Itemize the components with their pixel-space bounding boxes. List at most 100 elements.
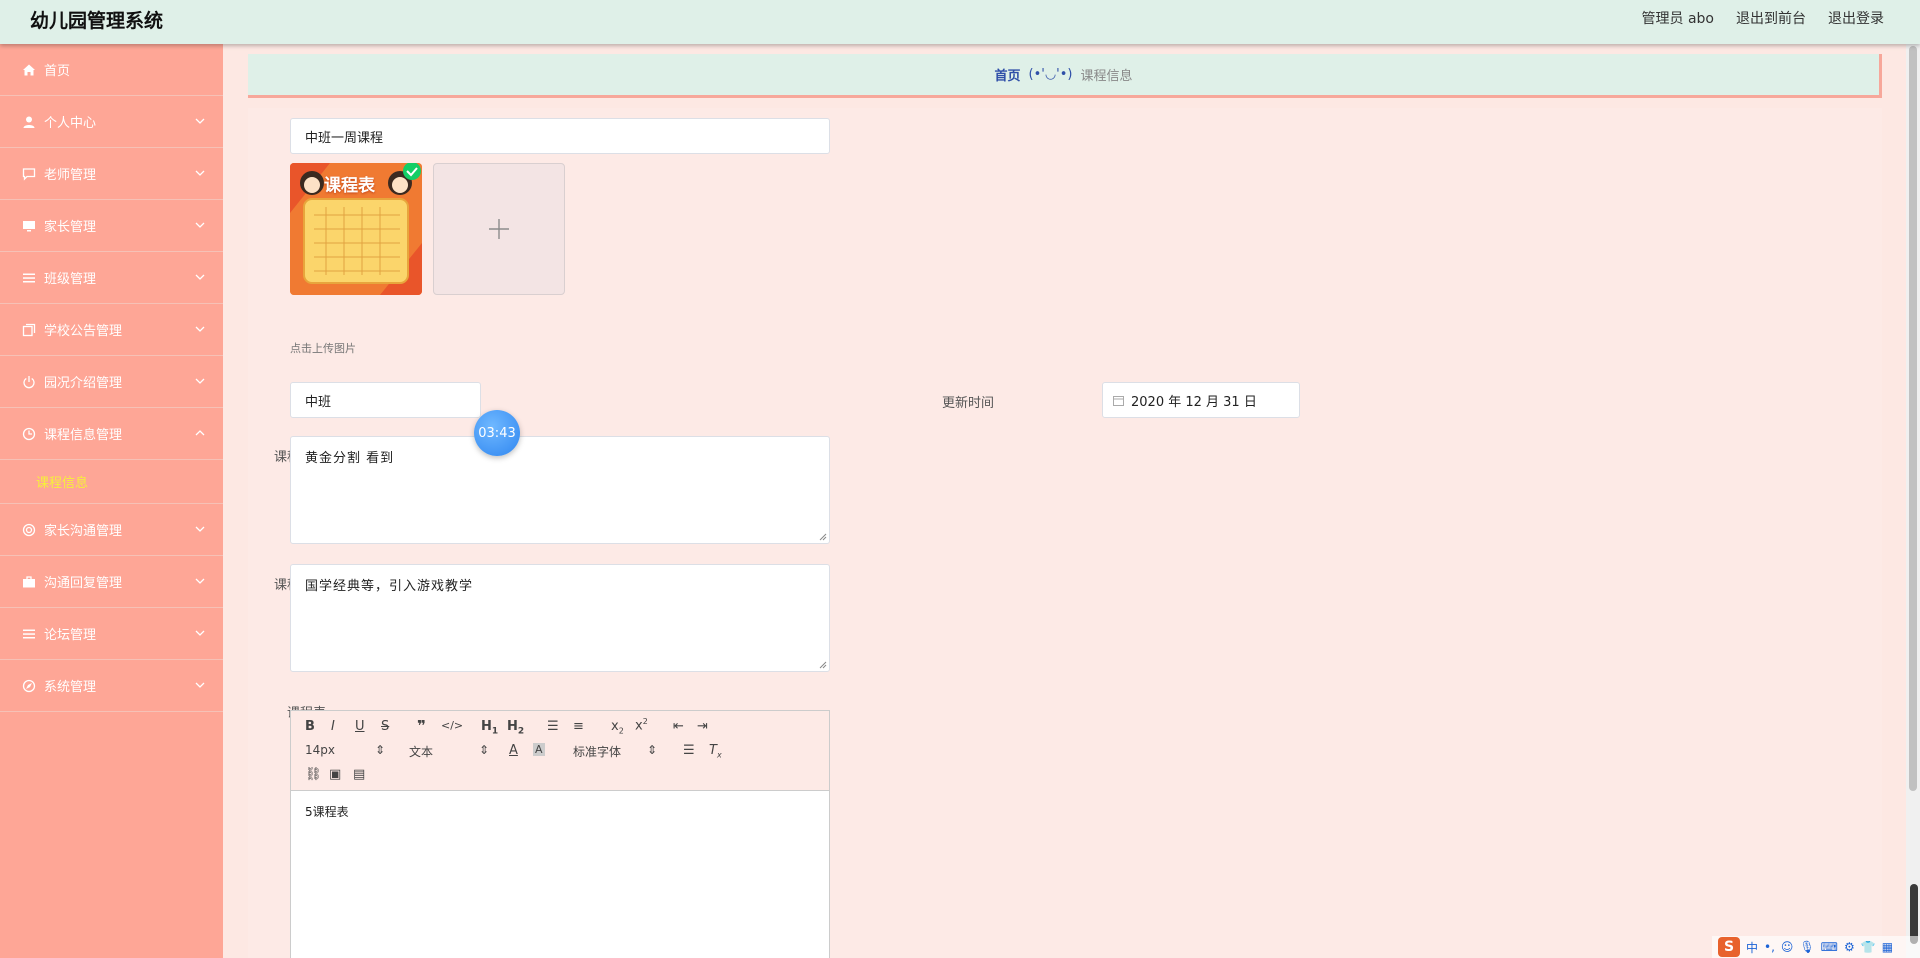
chat-icon [22,167,36,181]
image-insert-icon[interactable]: ▣ [329,767,341,782]
intro-textarea[interactable]: 黄金分割 看到 [290,436,830,544]
back-to-frontend-link[interactable]: 退出到前台 [1736,8,1806,28]
strike-button[interactable]: S [381,719,389,734]
briefcase-icon [22,575,36,589]
bold-button[interactable]: B [305,719,315,734]
chevron-down-icon [195,326,205,332]
plus-icon [489,219,509,239]
indent-icon[interactable]: ⇥ [697,719,708,734]
resize-handle-icon[interactable] [819,661,827,669]
sidebar-subitem-course-info[interactable]: 课程信息 [0,460,223,504]
list-icon [22,627,36,641]
ordered-list-icon[interactable]: ☰ [547,719,559,734]
sogou-logo-icon[interactable]: S [1718,937,1740,957]
scrollbar-gauge [1910,884,1918,944]
chevron-down-icon [195,222,205,228]
feature-textarea[interactable]: 国学经典等，引入游戏教学 [290,564,830,672]
breadcrumb-separator: (•'◡'•) [1028,67,1073,82]
menu-grid-icon[interactable]: ▦ [1882,940,1893,954]
emoji-icon[interactable]: ☺ [1781,940,1794,954]
font-size-value: 14px [305,743,335,757]
sidebar-item-class[interactable]: 班级管理 [0,252,223,304]
sidebar-item-forum[interactable]: 论坛管理 [0,608,223,660]
power-icon [22,375,36,389]
background-color-button[interactable]: A [533,743,545,756]
block-type-select[interactable]: 文本 ⇕ [409,743,489,760]
h2-button[interactable]: H2 [507,719,524,737]
sidebar-item-label: 首页 [44,64,71,79]
tools-icon[interactable]: ⚙ [1844,940,1855,954]
chevron-down-icon [195,274,205,280]
h1-button[interactable]: H1 [481,719,498,737]
code-block-button[interactable]: </> [441,719,463,732]
editor-toolbar: B I U S ❞ </> H1 H2 ☰ ≡ x2 x2 ⇤ ⇥ 14px ⇕ … [291,711,829,791]
sidebar-item-reply[interactable]: 沟通回复管理 [0,556,223,608]
chevron-down-icon [195,526,205,532]
scrollbar-thumb[interactable] [1909,46,1917,791]
sidebar-item-garden-intro[interactable]: 园况介绍管理 [0,356,223,408]
app-title: 幼儿园管理系统 [30,10,164,32]
breadcrumb: 首页 (•'◡'•) 课程信息 [248,54,1882,98]
class-select[interactable]: 中班 [290,382,481,418]
sidebar-item-teacher[interactable]: 老师管理 [0,148,223,200]
font-family-select[interactable]: 标准字体 ⇕ [573,743,657,760]
sidebar-item-label: 系统管理 [44,680,97,695]
subscript-button[interactable]: x2 [611,719,624,736]
outdent-icon[interactable]: ⇤ [673,719,684,734]
sidebar-item-home[interactable]: 首页 [0,44,223,96]
blockquote-button[interactable]: ❞ [417,717,426,735]
font-size-select[interactable]: 14px ⇕ [305,743,385,757]
sidebar-item-system[interactable]: 系统管理 [0,660,223,712]
circle-icon [22,523,36,537]
resize-handle-icon[interactable] [819,533,827,541]
sidebar-item-parent-communication[interactable]: 家长沟通管理 [0,504,223,556]
update-time-input[interactable]: 2020 年 12 月 31 日 [1102,382,1300,418]
breadcrumb-current: 课程信息 [1080,69,1133,84]
video-insert-icon[interactable]: ▤ [353,767,365,782]
sidebar-item-label: 园况介绍管理 [44,376,123,391]
rich-text-editor: B I U S ❞ </> H1 H2 ☰ ≡ x2 x2 ⇤ ⇥ 14px ⇕ … [290,710,830,958]
breadcrumb-home[interactable]: 首页 [994,65,1020,84]
sidebar-item-notice[interactable]: 学校公告管理 [0,304,223,356]
keyboard-icon[interactable]: ⌨ [1821,940,1838,954]
bullet-list-icon[interactable]: ≡ [573,719,584,734]
upload-add-button[interactable] [433,163,565,295]
sidebar: 首页 个人中心 老师管理 家长管理 班级管理 学校公告管理 园况介绍管理 课程信… [0,44,223,958]
logout-link[interactable]: 退出登录 [1828,8,1884,28]
uploaded-image[interactable]: 课程表 [290,163,422,295]
superscript-button[interactable]: x2 [635,717,648,733]
align-icon[interactable]: ☰ [683,743,695,758]
timer-badge[interactable]: 03:43 [474,410,520,456]
main-content: 首页 (•'◡'•) 课程信息 标题 中班一周课程 图片 [223,44,1920,958]
monitor-icon [22,219,36,233]
punctuation-icon[interactable]: •, [1764,940,1775,954]
select-arrows-icon: ⇕ [646,743,657,757]
sidebar-item-course[interactable]: 课程信息管理 [0,408,223,460]
skin-icon[interactable]: 👕 [1861,940,1876,954]
sidebar-item-label: 家长管理 [44,220,97,235]
link-icon[interactable]: ⛓ [305,767,322,782]
underline-button[interactable]: U [355,719,365,734]
admin-user-link[interactable]: 管理员 abo [1642,8,1714,28]
update-time-value: 2020 年 12 月 31 日 [1131,394,1257,410]
sidebar-item-personal-center[interactable]: 个人中心 [0,96,223,148]
clear-format-button[interactable]: Tx [709,743,722,760]
feature-value: 国学经典等，引入游戏教学 [305,579,474,594]
font-color-button[interactable]: A [509,743,518,758]
title-input[interactable]: 中班一周课程 [290,118,830,154]
microphone-icon[interactable]: 🎙 [1799,940,1814,954]
sidebar-item-parent[interactable]: 家长管理 [0,200,223,252]
italic-button[interactable]: I [331,719,335,734]
page-scrollbar[interactable] [1906,44,1920,958]
ime-language-toggle[interactable]: 中 [1746,939,1758,956]
editor-content[interactable]: 5课程表 [305,803,349,820]
font-family-value: 标准字体 [573,745,622,759]
sidebar-item-label: 家长沟通管理 [44,524,123,539]
list-icon [22,271,36,285]
select-arrows-icon: ⇕ [478,743,489,757]
clock-icon [22,427,36,441]
select-arrows-icon: ⇕ [374,743,385,757]
compass-icon [22,679,36,693]
sidebar-item-label: 班级管理 [44,272,97,287]
block-type-value: 文本 [409,745,434,759]
